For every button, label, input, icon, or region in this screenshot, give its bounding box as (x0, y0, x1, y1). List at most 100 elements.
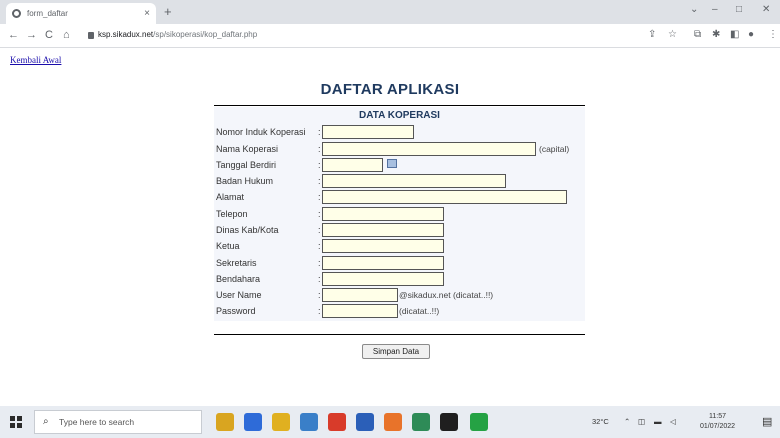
taskbar-clock[interactable]: 11:57 01/07/2022 (700, 412, 735, 432)
colon: : (318, 192, 321, 202)
file-explorer-icon[interactable] (216, 413, 234, 431)
colon: : (318, 160, 321, 170)
field-row-alamat: Alamat : (216, 190, 584, 205)
calendar-icon[interactable] (387, 159, 397, 168)
username-input[interactable] (322, 288, 398, 302)
windows-start-icon[interactable] (10, 416, 22, 428)
taskbar-search-box[interactable]: ⌕ Type here to search (34, 410, 202, 434)
reload-icon[interactable]: C (45, 29, 53, 41)
pinned-app-icon[interactable] (272, 413, 290, 431)
colon: : (318, 258, 321, 268)
field-row-bendahara: Bendahara : (216, 272, 584, 287)
section-title: DATA KOPERASI (359, 110, 440, 121)
whatsapp-icon[interactable] (470, 413, 488, 431)
sheets-icon[interactable] (412, 413, 430, 431)
network-icon[interactable]: ◫ (638, 417, 645, 426)
new-tab-icon[interactable]: + (164, 4, 172, 19)
share-icon[interactable]: ⇪ (648, 29, 656, 40)
field-label: Alamat (216, 192, 245, 202)
field-row-sekretaris: Sekretaris : (216, 256, 584, 271)
form-bottom-divider (214, 334, 585, 335)
field-row-tanggal-berdiri: Tanggal Berdiri : (216, 158, 584, 173)
browser-tab[interactable]: form_daftar × (6, 3, 156, 24)
field-label: Badan Hukum (216, 176, 274, 186)
alamat-input[interactable] (322, 190, 567, 204)
field-row-ketua: Ketua : (216, 239, 584, 254)
office-icon[interactable] (328, 413, 346, 431)
tab-search-chevron-icon[interactable]: ⌄ (690, 4, 698, 15)
field-label: User Name (216, 290, 262, 300)
telepon-input[interactable] (322, 207, 444, 221)
field-label: Sekretaris (216, 258, 257, 268)
notification-icon[interactable]: ▤ (762, 415, 772, 428)
colon: : (318, 225, 321, 235)
tab-close-icon[interactable]: × (144, 8, 150, 19)
ketua-input[interactable] (322, 239, 444, 253)
colon: : (318, 274, 321, 284)
tray-chevron-icon[interactable]: ⌃ (624, 417, 630, 426)
profile-avatar-icon[interactable]: ● (748, 29, 754, 40)
back-arrow-icon[interactable]: ← (8, 29, 19, 41)
password-hint: (dicatat..!!) (399, 306, 440, 316)
menu-dots-icon[interactable]: ⋮ (768, 29, 778, 40)
lock-icon (88, 32, 94, 39)
browser-toolbar: ← → C ⌂ ksp.sikadux.net/sp/sikoperasi/ko… (0, 24, 780, 48)
pinned-app-icon[interactable] (244, 413, 262, 431)
url-host: ksp.sikadux.net (98, 30, 154, 39)
battery-icon[interactable]: ▬ (654, 417, 662, 426)
bookmark-star-icon[interactable]: ☆ (668, 29, 677, 40)
sekretaris-input[interactable] (322, 256, 444, 270)
maximize-icon[interactable]: □ (736, 4, 742, 15)
colon: : (318, 209, 321, 219)
field-row-password: Password : (dicatat..!!) (216, 304, 584, 319)
field-row-dinas: Dinas Kab/Kota : (216, 223, 584, 238)
dinas-kab-kota-input[interactable] (322, 223, 444, 237)
volume-icon[interactable]: ◁ (670, 417, 676, 426)
minimize-icon[interactable]: – (712, 4, 718, 15)
field-row-nama-koperasi: Nama Koperasi : (capital) (216, 142, 584, 157)
save-data-button[interactable]: Simpan Data (362, 344, 430, 359)
field-row-username: User Name : @sikadux.net (dicatat..!!) (216, 288, 584, 303)
badan-hukum-input[interactable] (322, 174, 506, 188)
clock-date: 01/07/2022 (700, 423, 736, 430)
form-top-divider (214, 105, 585, 106)
obs-icon[interactable] (440, 413, 458, 431)
colon: : (318, 241, 321, 251)
tanggal-berdiri-input[interactable] (322, 158, 383, 172)
field-label: Bendahara (216, 274, 261, 284)
colon: : (318, 127, 321, 137)
home-icon[interactable]: ⌂ (63, 29, 70, 41)
chrome-icon[interactable] (384, 413, 402, 431)
field-label: Ketua (216, 241, 240, 251)
username-hint: @sikadux.net (dicatat..!!) (399, 290, 494, 300)
clock-time: 11:57 (709, 413, 727, 420)
tab-title: form_daftar (27, 9, 68, 18)
forward-arrow-icon[interactable]: → (26, 29, 37, 41)
globe-icon (12, 9, 21, 18)
field-row-nomor-induk: Nomor Induk Koperasi : (216, 125, 584, 140)
colon: : (318, 306, 321, 316)
back-home-link[interactable]: Kembali Awal (10, 55, 61, 65)
capital-hint: (capital) (539, 144, 570, 154)
field-label: Tanggal Berdiri (216, 160, 277, 170)
search-placeholder: Type here to search (59, 417, 135, 427)
bendahara-input[interactable] (322, 272, 444, 286)
window-close-icon[interactable]: ✕ (762, 4, 770, 15)
password-input[interactable] (322, 304, 398, 318)
store-icon[interactable] (300, 413, 318, 431)
colon: : (318, 176, 321, 186)
page-title: DAFTAR APLIKASI (320, 81, 460, 98)
puzzle-icon[interactable]: ✱ (712, 29, 720, 40)
field-label: Nomor Induk Koperasi (216, 127, 306, 137)
weather-temperature[interactable]: 32°C (592, 417, 609, 426)
word-icon[interactable] (356, 413, 374, 431)
nomor-induk-input[interactable] (322, 125, 414, 139)
taskbar: ⌕ Type here to search 32°C ⌃ ◫ ▬ ◁ 11:57… (0, 406, 780, 438)
nama-koperasi-input[interactable] (322, 142, 536, 156)
field-row-telepon: Telepon : (216, 207, 584, 222)
colon: : (318, 290, 321, 300)
extension-icon[interactable]: ⧉ (694, 29, 701, 40)
address-bar[interactable]: ksp.sikadux.net/sp/sikoperasi/kop_daftar… (98, 30, 257, 39)
side-panel-icon[interactable]: ◧ (730, 29, 739, 40)
browser-tab-bar: form_daftar × + ⌄ – □ ✕ (0, 0, 780, 24)
